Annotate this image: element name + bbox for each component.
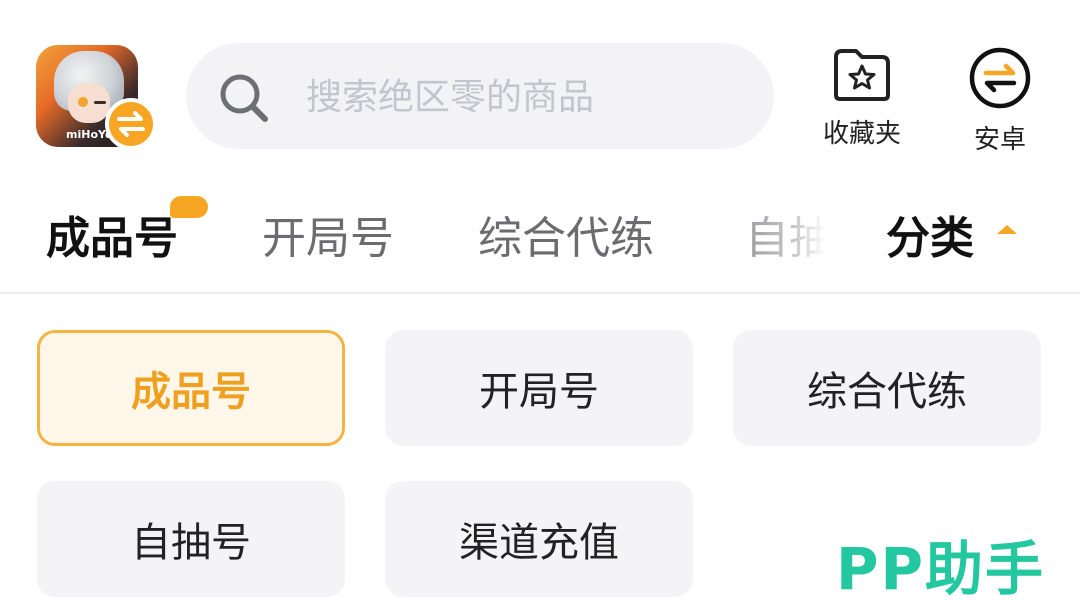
caret-up-icon xyxy=(997,225,1017,234)
tab-leveling-service[interactable]: 综合代练 xyxy=(478,202,654,266)
divider xyxy=(0,292,1080,294)
tab-starter-account[interactable]: 开局号 xyxy=(262,202,394,266)
search-input[interactable] xyxy=(304,66,728,128)
search-bar[interactable] xyxy=(186,43,774,149)
tab-self-pull[interactable]: 自抽 xyxy=(745,202,827,266)
category-chip-self-pull-account[interactable]: 自抽号 xyxy=(37,481,345,597)
tab-bar: 成品号 开局号 综合代练 自抽 分类 xyxy=(0,180,1080,292)
platform-switch-button[interactable]: 安卓 xyxy=(962,47,1038,156)
swap-badge xyxy=(105,98,157,150)
swap-icon xyxy=(117,111,145,137)
character-eye xyxy=(78,97,88,107)
platform-label: 安卓 xyxy=(973,125,1026,155)
watermark-logo: PP助手 xyxy=(836,535,1046,603)
category-chip-leveling-service[interactable]: 综合代练 xyxy=(733,330,1041,446)
search-icon xyxy=(220,74,268,122)
category-chip-channel-recharge[interactable]: 渠道充值 xyxy=(385,481,693,597)
category-chip-starter-account[interactable]: 开局号 xyxy=(385,330,693,446)
header: miHoYo 收藏夹 安卓 xyxy=(0,0,1080,170)
category-toggle[interactable]: 分类 xyxy=(886,202,974,266)
category-chip-finished-account[interactable]: 成品号 xyxy=(37,330,345,446)
character-wink xyxy=(94,101,106,104)
tab-finished-account[interactable]: 成品号 xyxy=(46,202,178,266)
swap-circle-icon xyxy=(969,47,1031,109)
star-folder-icon xyxy=(834,49,890,101)
favorites-label: 收藏夹 xyxy=(822,119,901,149)
favorites-button[interactable]: 收藏夹 xyxy=(816,47,908,150)
